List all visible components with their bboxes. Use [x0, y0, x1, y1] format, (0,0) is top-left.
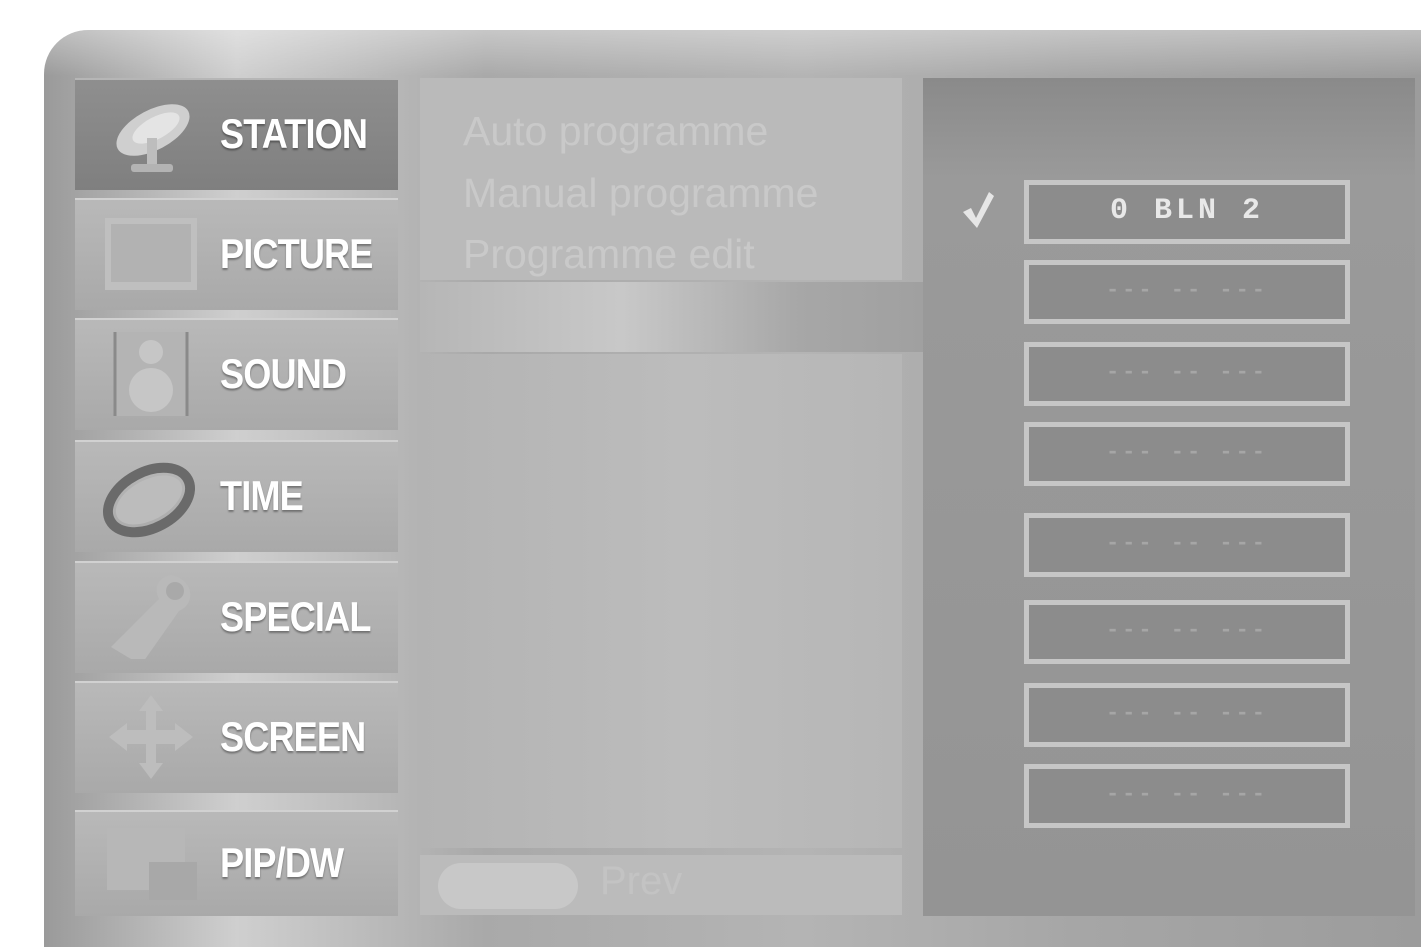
- menu-item-station[interactable]: STATION: [75, 78, 398, 190]
- preview-area: [420, 354, 902, 848]
- wrench-tool-icon: [111, 575, 191, 659]
- menu-label-screen: SCREEN: [220, 713, 366, 760]
- programme-slot-8[interactable]: --- -- ---: [1024, 764, 1350, 828]
- monitor-screen-icon: [105, 218, 197, 290]
- programme-slot-label: --- -- ---: [1105, 618, 1269, 643]
- four-way-arrows-icon: [109, 695, 193, 779]
- submenu-panel: Auto programme Manual programme Programm…: [420, 78, 902, 280]
- programme-slot-1[interactable]: 0 BLN 2: [1024, 180, 1350, 244]
- programme-slot-label: --- -- ---: [1105, 782, 1269, 807]
- prev-button[interactable]: [438, 863, 578, 909]
- submenu-item-auto-programme[interactable]: Auto programme: [463, 108, 768, 155]
- menu-label-time: TIME: [220, 472, 304, 519]
- submenu-item-manual-programme[interactable]: Manual programme: [463, 170, 819, 217]
- programme-slot-4[interactable]: --- -- ---: [1024, 422, 1350, 486]
- programme-slot-label: 0 BLN 2: [1109, 194, 1265, 228]
- bottom-bar: Prev: [420, 855, 902, 915]
- submenu-item-programme-edit[interactable]: Programme edit: [463, 231, 755, 278]
- programme-slot-label: --- -- ---: [1105, 531, 1269, 556]
- menu-item-sound[interactable]: SOUND: [75, 318, 398, 430]
- menu-label-pip-dw: PIP/DW: [220, 839, 344, 886]
- selection-highlight-bar: [420, 282, 925, 352]
- programme-slot-label: --- -- ---: [1105, 440, 1269, 465]
- picture-in-picture-icon: [107, 828, 197, 900]
- checkmark-icon: [963, 192, 994, 228]
- satellite-dish-icon: [116, 104, 190, 172]
- programme-slot-5[interactable]: --- -- ---: [1024, 513, 1350, 577]
- programme-slot-6[interactable]: --- -- ---: [1024, 600, 1350, 664]
- menu-label-station: STATION: [220, 110, 368, 157]
- speaker-icon: [113, 332, 189, 416]
- programme-slot-label: --- -- ---: [1105, 278, 1269, 303]
- menu-item-special[interactable]: SPECIAL: [75, 561, 398, 673]
- menu-item-pip-dw[interactable]: PIP/DW: [75, 810, 398, 916]
- menu-item-screen[interactable]: SCREEN: [75, 681, 398, 793]
- programme-slot-label: --- -- ---: [1105, 360, 1269, 385]
- menu-item-picture[interactable]: PICTURE: [75, 198, 398, 310]
- programme-slot-label: --- -- ---: [1105, 701, 1269, 726]
- programme-slot-2[interactable]: --- -- ---: [1024, 260, 1350, 324]
- programme-slot-3[interactable]: --- -- ---: [1024, 342, 1350, 406]
- menu-label-picture: PICTURE: [220, 230, 373, 277]
- menu-item-time[interactable]: TIME: [75, 440, 398, 552]
- menu-label-sound: SOUND: [220, 350, 347, 397]
- programme-slot-7[interactable]: --- -- ---: [1024, 683, 1350, 747]
- prev-label: Prev: [600, 859, 683, 903]
- clock-ring-icon: [102, 462, 196, 538]
- menu-label-special: SPECIAL: [220, 593, 371, 640]
- programme-list-panel: 0 BLN 2 --- -- --- --- -- --- --- -- ---…: [923, 78, 1415, 916]
